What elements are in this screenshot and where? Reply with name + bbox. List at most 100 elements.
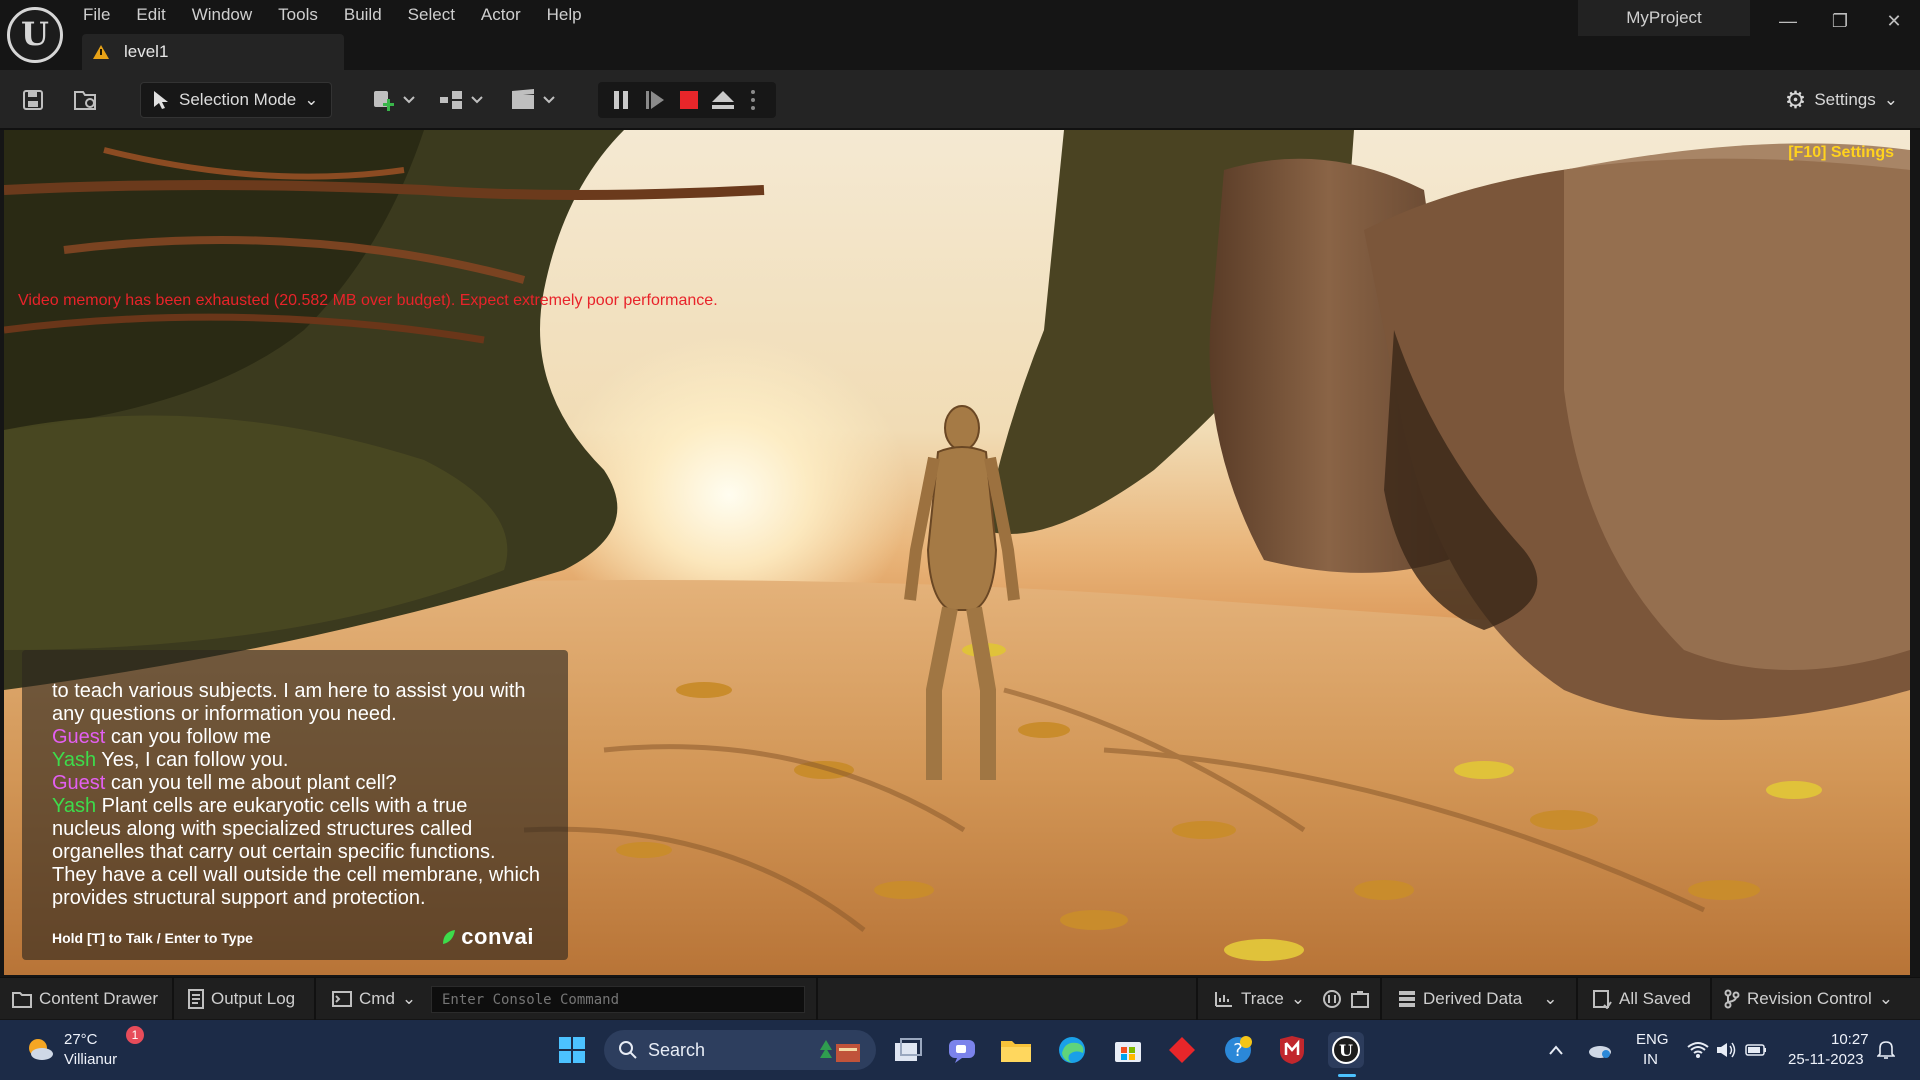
- settings-label: Settings: [1814, 90, 1876, 109]
- selection-mode-dropdown[interactable]: Selection Mode ⌄: [140, 82, 332, 118]
- search-highlight-icon: [820, 1040, 860, 1062]
- speaker-name: Guest: [52, 726, 106, 748]
- add-actor-icon[interactable]: [370, 84, 418, 116]
- stop-icon[interactable]: [672, 82, 706, 118]
- chat-line: provides structural support and protecti…: [52, 887, 426, 909]
- chevron-down-icon: ⌄: [1290, 989, 1306, 1008]
- file-explorer-icon[interactable]: [998, 1032, 1034, 1068]
- search-icon: [619, 1041, 637, 1059]
- chat-line: Guest can you tell me about plant cell?: [52, 772, 397, 794]
- menu-window[interactable]: Window: [179, 4, 265, 28]
- chevron-down-icon: ⌄: [401, 989, 417, 1008]
- cmd-dropdown[interactable]: Cmd ⌄: [332, 978, 416, 1020]
- trace-icon: [1215, 992, 1232, 1007]
- onedrive-icon[interactable]: [1584, 1032, 1616, 1068]
- windows-start-icon[interactable]: [554, 1032, 590, 1068]
- pause-icon[interactable]: [604, 82, 638, 118]
- chevron-down-icon: ⌄: [1543, 989, 1558, 1008]
- output-log-button[interactable]: Output Log: [188, 978, 295, 1020]
- active-app-indicator: [1338, 1074, 1356, 1077]
- unreal-engine-logo[interactable]: U: [7, 7, 63, 63]
- wifi-icon[interactable]: [1686, 1032, 1710, 1068]
- play-controls: [598, 82, 776, 118]
- restore-icon[interactable]: ❐: [1820, 6, 1860, 36]
- taskbar-search[interactable]: Search: [604, 1030, 876, 1070]
- search-label: Search: [648, 1039, 706, 1060]
- chevron-down-icon: ⌄: [1883, 90, 1898, 109]
- chevron-down-icon: ⌄: [1878, 989, 1893, 1008]
- more-options-icon[interactable]: [738, 82, 768, 118]
- close-icon[interactable]: ✕: [1874, 6, 1914, 36]
- convai-logo: convai: [441, 924, 534, 950]
- all-saved-button[interactable]: All Saved: [1592, 978, 1691, 1020]
- language-code[interactable]: ENG: [1636, 1031, 1669, 1049]
- menu-build[interactable]: Build: [331, 4, 395, 28]
- revision-control-dropdown[interactable]: Revision Control ⌄: [1724, 978, 1893, 1020]
- weather-location: Villianur: [64, 1051, 118, 1068]
- save-icon[interactable]: [18, 84, 48, 116]
- chat-line: Yash Yes, I can follow you.: [52, 749, 289, 771]
- speaker-name: Yash: [52, 749, 97, 771]
- unreal-engine-taskbar-icon[interactable]: U: [1328, 1032, 1364, 1068]
- teams-chat-icon[interactable]: [944, 1032, 980, 1068]
- main-toolbar: Selection Mode ⌄ ⚙ Settings ⌄: [0, 70, 1920, 130]
- chat-line: Yash Plant cells are eukaryotic cells wi…: [52, 795, 468, 817]
- weather-icon[interactable]: [22, 1032, 58, 1068]
- chat-line: organelles that carry out certain specif…: [52, 841, 496, 863]
- tab-level1[interactable]: level1: [82, 34, 344, 70]
- project-name: MyProject: [1578, 0, 1750, 36]
- battery-icon[interactable]: [1744, 1032, 1768, 1068]
- menu-actor[interactable]: Actor: [468, 4, 534, 28]
- derived-data-dropdown[interactable]: Derived Data ⌄: [1398, 978, 1557, 1020]
- level-viewport[interactable]: [F10] Settings Video memory has been exh…: [4, 130, 1910, 975]
- level-map-icon: [93, 45, 109, 59]
- task-view-icon[interactable]: [890, 1032, 926, 1068]
- windows-taskbar: 27°C Villianur 1 Search ? U ENG IN 10:27…: [0, 1020, 1920, 1080]
- notification-badge: 1: [126, 1026, 144, 1044]
- live-coding-icon[interactable]: [1322, 978, 1342, 1020]
- edge-browser-icon[interactable]: [1054, 1032, 1090, 1068]
- menu-file[interactable]: File: [70, 4, 123, 28]
- weather-temperature: 27°C: [64, 1031, 98, 1048]
- save-status-icon: [1593, 990, 1612, 1009]
- trace-dropdown[interactable]: Trace ⌄: [1214, 978, 1305, 1020]
- menu-edit[interactable]: Edit: [123, 4, 178, 28]
- convai-chat-panel: to teach various subjects. I am here to …: [22, 650, 568, 960]
- console-command-input[interactable]: [431, 986, 805, 1013]
- menu-bar: File Edit Window Tools Build Select Acto…: [70, 4, 595, 28]
- level-tab-label: level1: [124, 42, 169, 61]
- content-drawer-button[interactable]: Content Drawer: [12, 978, 158, 1020]
- app-red-diamond-icon[interactable]: [1164, 1032, 1200, 1068]
- speaker-name: Guest: [52, 772, 106, 794]
- help-icon[interactable]: ?: [1220, 1032, 1256, 1068]
- content-browser-icon[interactable]: [70, 84, 102, 116]
- blueprint-icon[interactable]: [436, 84, 486, 116]
- clock-time[interactable]: 10:27: [1831, 1031, 1869, 1049]
- menu-help[interactable]: Help: [534, 4, 595, 28]
- chat-line: to teach various subjects. I am here to …: [52, 680, 526, 702]
- chevron-up-icon[interactable]: [1544, 1032, 1568, 1068]
- advance-frame-icon[interactable]: [638, 82, 672, 118]
- chat-line: any questions or information you need.: [52, 703, 397, 725]
- volume-icon[interactable]: [1714, 1032, 1738, 1068]
- chat-line: nucleus along with specialized structure…: [52, 818, 473, 840]
- chevron-down-icon: ⌄: [304, 90, 319, 109]
- video-memory-warning: Video memory has been exhausted (20.582 …: [18, 292, 718, 309]
- settings-button[interactable]: ⚙ Settings ⌄: [1785, 84, 1898, 116]
- cinematics-icon[interactable]: [508, 84, 558, 116]
- microsoft-store-icon[interactable]: [1110, 1032, 1146, 1068]
- speaker-name: Yash: [52, 795, 97, 817]
- clock-date[interactable]: 25-11-2023: [1788, 1051, 1864, 1069]
- notification-bell-icon[interactable]: [1874, 1032, 1898, 1068]
- convai-leaf-icon: [443, 930, 456, 944]
- svg-text:U: U: [1339, 1041, 1353, 1060]
- eject-icon[interactable]: [706, 82, 740, 118]
- menu-tools[interactable]: Tools: [265, 4, 331, 28]
- language-region[interactable]: IN: [1643, 1051, 1658, 1069]
- antivirus-icon[interactable]: [1274, 1032, 1310, 1068]
- menu-select[interactable]: Select: [395, 4, 468, 28]
- minimize-icon[interactable]: —: [1768, 6, 1808, 36]
- camera-icon[interactable]: [1350, 978, 1370, 1020]
- f10-settings-label: [F10] Settings: [1788, 144, 1894, 161]
- folder-icon: [12, 992, 32, 1008]
